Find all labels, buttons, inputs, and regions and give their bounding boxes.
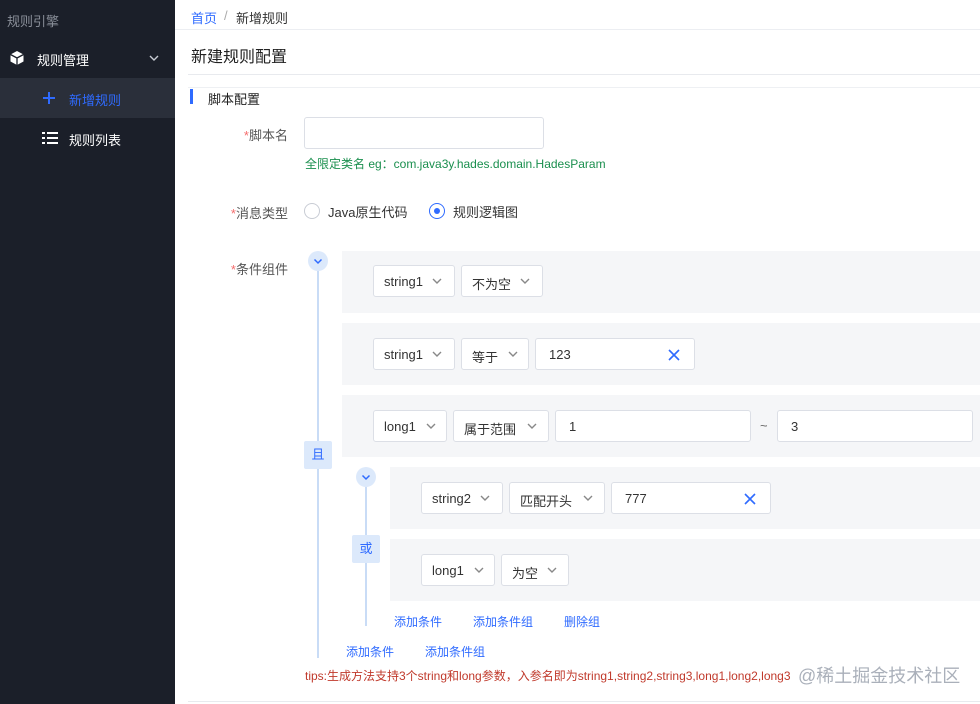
cube-icon [10, 51, 24, 65]
radio-rule-logic-graph-label[interactable]: 规则逻辑图 [453, 202, 518, 221]
range-max-input[interactable]: 3 [777, 410, 973, 442]
clear-icon[interactable] [667, 348, 681, 362]
operator-select-value: 属于范围 [464, 422, 517, 437]
field-select-value: long1 [384, 419, 416, 434]
field-select[interactable]: string1 [373, 265, 455, 297]
sidebar-item-rule-list[interactable]: 规则列表 [0, 118, 175, 158]
field-select-value: string1 [384, 347, 424, 362]
chevron-down-icon [474, 567, 484, 573]
sidebar-item-add-rule-label: 新增规则 [69, 93, 122, 108]
operator-select-value: 为空 [512, 566, 539, 581]
divider [188, 701, 980, 702]
tips-text: tips:生成方法支持3个string和long参数，入参名即为string1,… [305, 669, 791, 683]
message-type-label-text: 消息类型 [235, 206, 288, 221]
divider [188, 74, 980, 75]
chevron-down-icon [426, 423, 436, 429]
chevron-down-icon [149, 55, 159, 61]
script-name-label-text: 脚本名 [248, 128, 288, 143]
outer-add-condition-link[interactable]: 添加条件 [346, 643, 394, 660]
watermark: @稀土掘金技术社区 [798, 666, 961, 686]
message-type-label: *消息类型 [198, 203, 288, 222]
field-select-value: string2 [432, 491, 472, 506]
field-select[interactable]: long1 [421, 554, 495, 586]
chevron-down-icon [432, 278, 442, 284]
inner-add-group-link[interactable]: 添加条件组 [473, 613, 533, 630]
page-title: 新建规则配置 [191, 49, 288, 66]
operator-select[interactable]: 属于范围 [453, 410, 549, 442]
condition-row: long1 为空 [390, 539, 980, 601]
inner-group-operator-or[interactable]: 或 [352, 535, 380, 563]
app-logo-text: 规则引擎 [7, 14, 60, 29]
condition-row: string2 匹配开头 777 [390, 467, 980, 529]
chevron-down-icon [583, 495, 593, 501]
field-select[interactable]: long1 [373, 410, 447, 442]
breadcrumb-bar [175, 0, 980, 30]
range-min-value: 1 [569, 419, 577, 434]
operator-select[interactable]: 匹配开头 [509, 482, 605, 514]
field-select[interactable]: string1 [373, 338, 455, 370]
operator-select[interactable]: 为空 [501, 554, 569, 586]
operator-select-value: 不为空 [472, 277, 512, 292]
sidebar-item-add-rule[interactable]: 新增规则 [0, 78, 175, 118]
conditions-label: *条件组件 [198, 259, 288, 278]
condition-row: long1 属于范围 1 ~ 3 [342, 395, 980, 457]
inner-group-collapse-button[interactable] [356, 467, 376, 487]
radio-java-native-label[interactable]: Java原生代码 [328, 202, 407, 221]
operator-select[interactable]: 等于 [461, 338, 529, 370]
operator-select-value: 匹配开头 [520, 494, 573, 509]
field-select[interactable]: string2 [421, 482, 503, 514]
breadcrumb-separator: / [224, 8, 228, 23]
section-title: 脚本配置 [208, 92, 261, 107]
field-select-value: long1 [432, 563, 464, 578]
radio-java-native[interactable] [304, 203, 320, 219]
sidebar: 规则引擎 规则管理 新增规则 规则列表 [0, 0, 175, 704]
inner-delete-group-link[interactable]: 删除组 [564, 613, 600, 630]
chevron-down-icon [508, 351, 518, 357]
menu-rule-management-label: 规则管理 [37, 53, 90, 68]
breadcrumb-current: 新增规则 [236, 11, 289, 26]
breadcrumb-home-link[interactable]: 首页 [191, 8, 217, 27]
outer-group-operator-and[interactable]: 且 [304, 441, 332, 469]
menu-rule-management[interactable]: 规则管理 [0, 38, 175, 78]
range-min-input[interactable]: 1 [555, 410, 751, 442]
outer-group-collapse-button[interactable] [308, 251, 328, 271]
script-name-hint: 全限定类名 eg：com.java3y.hades.domain.HadesPa… [305, 157, 606, 171]
radio-rule-logic-graph[interactable] [429, 203, 445, 219]
range-separator: ~ [760, 418, 768, 433]
chevron-down-icon [313, 258, 323, 265]
chevron-down-icon [520, 278, 530, 284]
chevron-down-icon [361, 474, 371, 481]
divider [188, 87, 980, 88]
chevron-down-icon [547, 567, 557, 573]
value-input[interactable]: 777 [611, 482, 771, 514]
script-name-label: *脚本名 [198, 125, 288, 144]
outer-add-group-link[interactable]: 添加条件组 [425, 643, 485, 660]
sidebar-item-rule-list-label: 规则列表 [69, 133, 122, 148]
value-input-text: 777 [625, 491, 647, 506]
range-max-value: 3 [791, 419, 799, 434]
chevron-down-icon [480, 495, 490, 501]
list-icon [42, 132, 58, 144]
inner-add-condition-link[interactable]: 添加条件 [394, 613, 442, 630]
field-select-value: string1 [384, 274, 424, 289]
operator-select[interactable]: 不为空 [461, 265, 543, 297]
operator-select-value: 等于 [472, 350, 499, 365]
condition-row: string1 不为空 [342, 251, 980, 313]
section-accent-bar [190, 89, 193, 104]
chevron-down-icon [527, 423, 537, 429]
clear-icon[interactable] [743, 492, 757, 506]
conditions-label-text: 条件组件 [235, 262, 288, 277]
plus-icon [43, 92, 55, 104]
value-input[interactable]: 123 [535, 338, 695, 370]
condition-row: string1 等于 123 [342, 323, 980, 385]
value-input-text: 123 [549, 347, 571, 362]
script-name-input[interactable] [304, 117, 544, 149]
chevron-down-icon [432, 351, 442, 357]
